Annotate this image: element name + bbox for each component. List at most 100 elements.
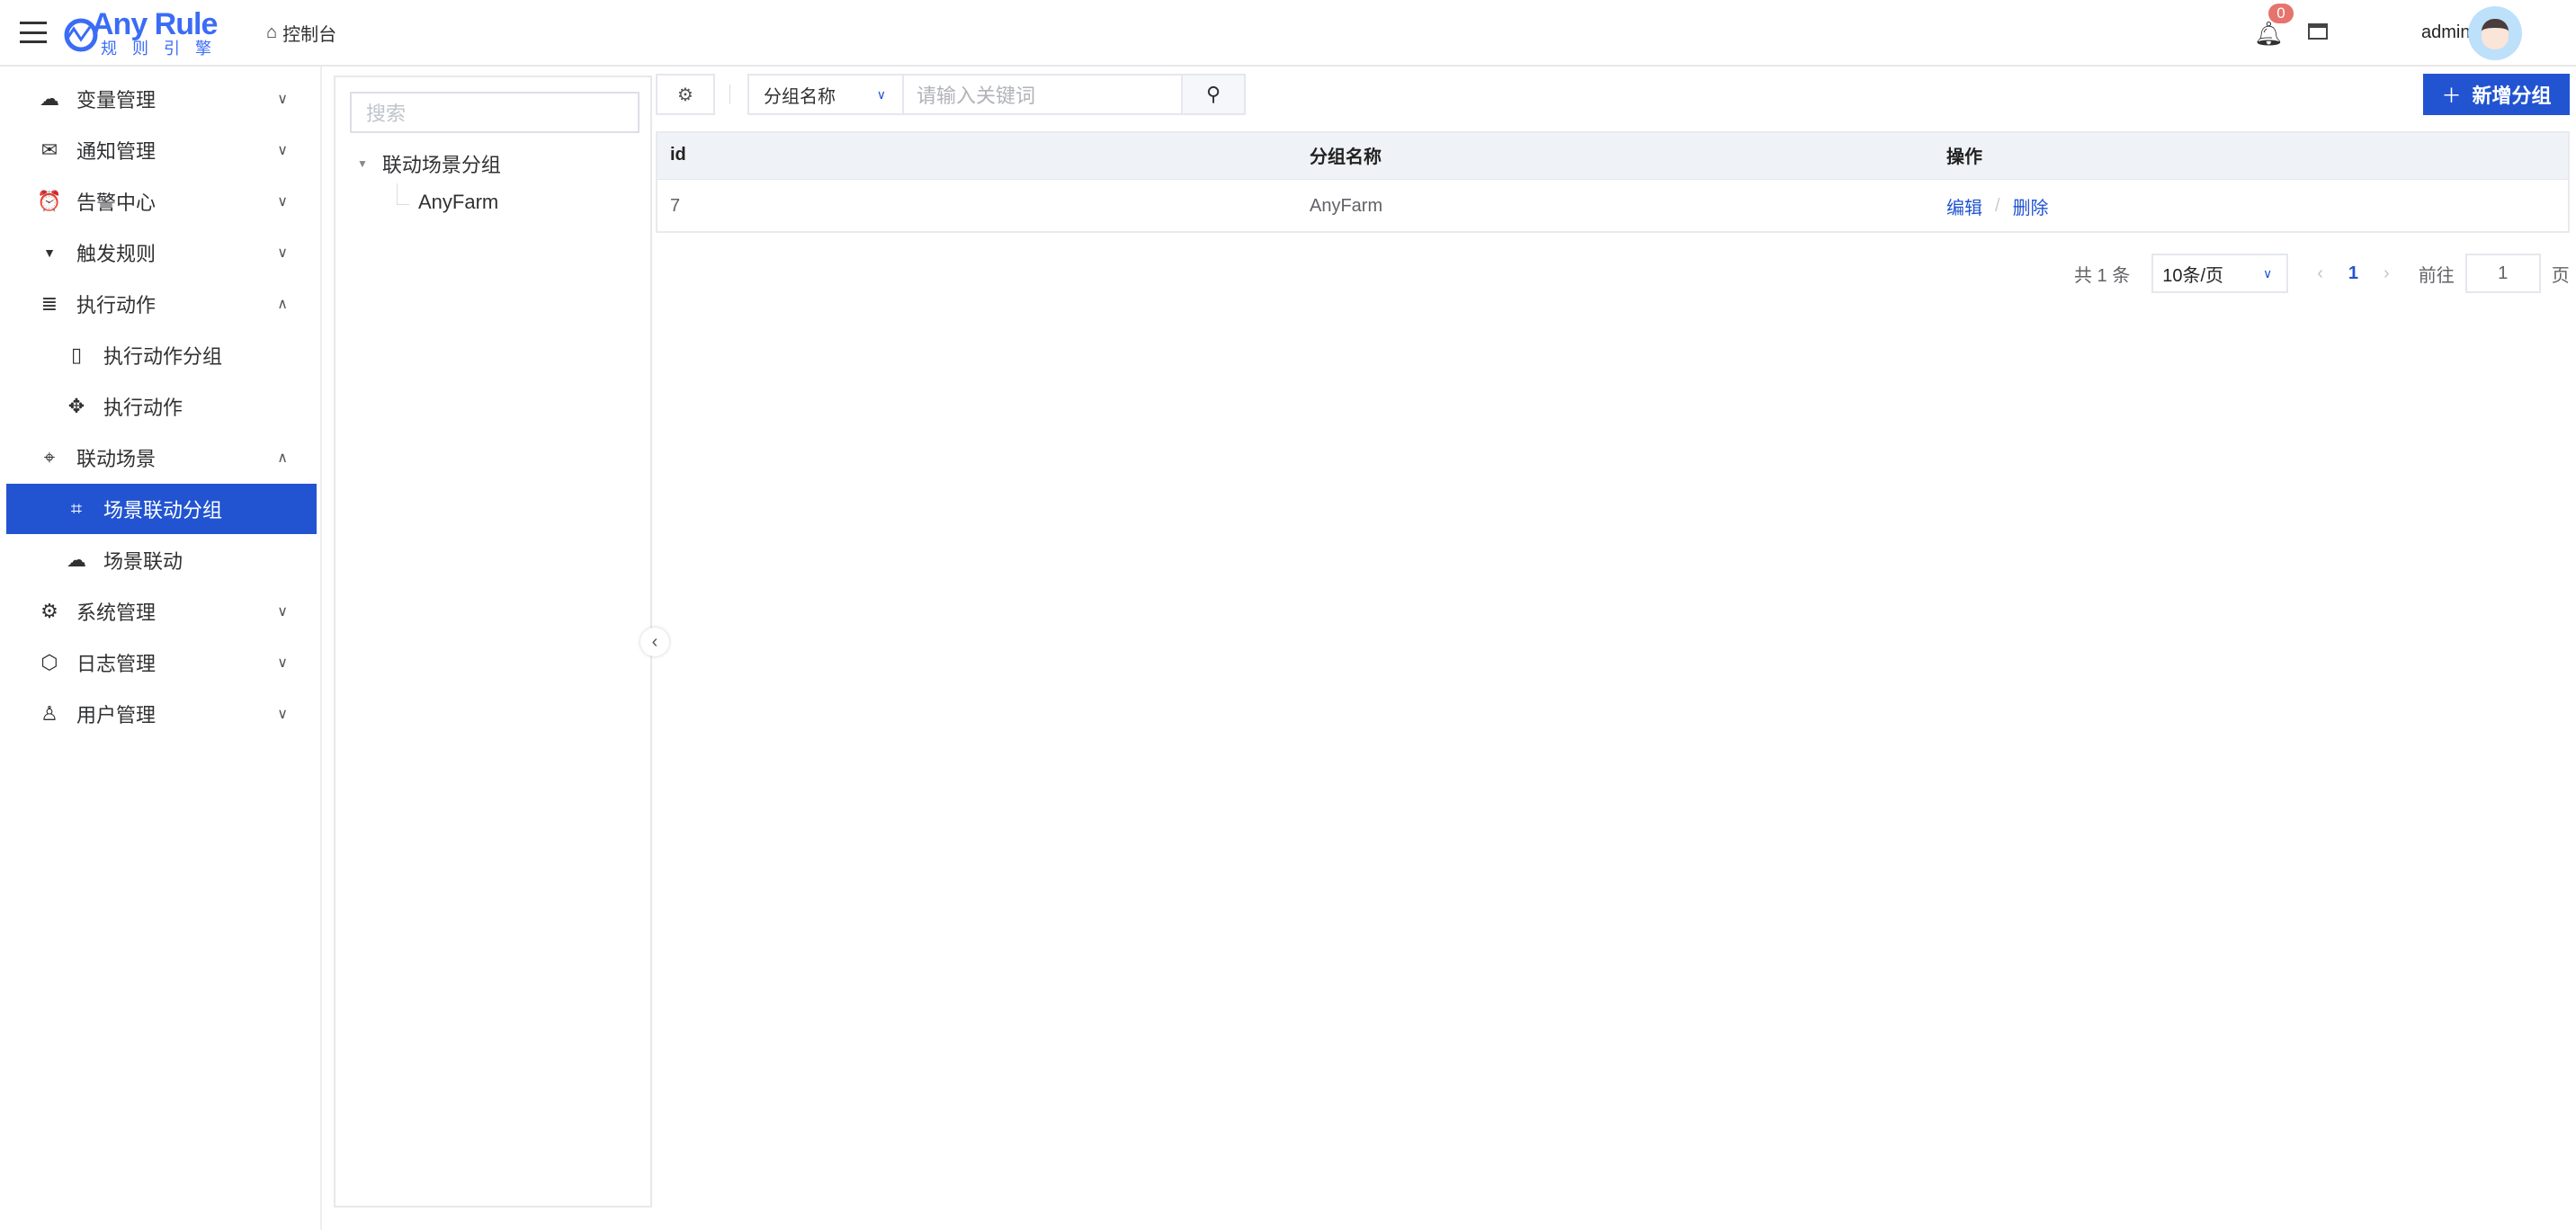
caret-down-icon: ▼	[357, 157, 368, 170]
page-suffix: 页	[2551, 265, 2570, 286]
sidebar-item[interactable]: ⌖ 联动场景 ∧	[6, 432, 317, 483]
chevron-down-icon: ∨	[277, 604, 288, 619]
notification-bell-icon[interactable]: 🔔︎	[2254, 20, 2284, 48]
breadcrumb-home[interactable]: ⌂ 控制台	[266, 20, 336, 46]
tree-connector	[397, 183, 409, 205]
tree-node-label: 联动场景分组	[381, 154, 501, 176]
tree-node-child[interactable]: AnyFarm	[418, 191, 498, 214]
sidebar-item-label: 执行动作	[76, 294, 157, 316]
caret-down-icon: ▼	[43, 245, 56, 260]
cell-id: 7	[670, 195, 681, 216]
logo-subtitle: 规则引擎	[101, 40, 227, 58]
sidebar-item[interactable]: ⌗ 场景联动分组	[6, 484, 317, 534]
search-icon: ⚲	[1205, 83, 1221, 105]
sidebar-item[interactable]: ▼ 触发规则 ∨	[6, 227, 317, 278]
sidebar: ☁ 变量管理 ∨ ✉ 通知管理 ∨ ⏰ 告警中心 ∨ ▼ 触发规则 ∨ ≣ 执行动作 ∧ ▯ 执行动作分组 ✥ 执行…	[0, 67, 322, 1230]
sidebar-item-label: 触发规则	[76, 243, 157, 265]
sidebar-item-label: 执行动作分组	[103, 345, 223, 368]
sidebar-item[interactable]: ⬡ 日志管理 ∨	[6, 637, 317, 688]
goto-page-input[interactable]: 1	[2464, 254, 2541, 293]
column-header-id: id	[670, 145, 686, 165]
keyword-placeholder: 请输入关键词	[917, 85, 1036, 107]
sidebar-item[interactable]: ♙ 用户管理 ∨	[6, 689, 317, 739]
sidebar-item[interactable]: ⚙ 系统管理 ∨	[6, 586, 317, 637]
collapse-tree-button[interactable]: ‹	[640, 628, 669, 656]
sidebar-item-label: 告警中心	[76, 192, 157, 214]
cell-name: AnyFarm	[1310, 195, 1383, 216]
data-table	[656, 131, 2570, 233]
sidebar-item[interactable]: ☁ 变量管理 ∨	[6, 74, 317, 124]
sidebar-item[interactable]: ☁ 场景联动	[6, 535, 317, 585]
notification-badge: 0	[2268, 4, 2294, 23]
breadcrumb-label: 控制台	[282, 25, 337, 45]
sidebar-item-label: 执行动作	[103, 397, 183, 419]
move-icon: ✥	[67, 395, 85, 417]
chevron-down-icon: ∨	[876, 86, 886, 102]
action-separator: /	[1995, 195, 2000, 216]
tree-search-input[interactable]: 搜索	[350, 92, 640, 133]
hamburger-menu-icon[interactable]	[20, 22, 47, 43]
edit-link[interactable]: 编辑	[1946, 193, 1982, 219]
location-icon: ⌖	[43, 446, 56, 468]
avatar[interactable]	[2468, 6, 2522, 60]
chevron-down-icon: ∨	[277, 245, 288, 261]
crop-icon: ⌗	[70, 497, 83, 520]
column-header-name: 分组名称	[1310, 147, 1382, 167]
chevron-down-icon: ∨	[277, 194, 288, 209]
home-icon: ⌂	[266, 22, 278, 42]
pagination-total: 共 1 条	[2074, 265, 2131, 286]
column-header-actions: 操作	[1946, 147, 1982, 167]
goto-label: 前往	[2418, 265, 2455, 286]
username[interactable]: admin	[2421, 22, 2470, 43]
pagination: 共 1 条 10条/页 ∨ ‹ 1 › 前往 1 页	[2074, 254, 2570, 293]
column-settings-button[interactable]: ⚙	[656, 74, 715, 115]
chevron-down-icon: ∨	[277, 143, 288, 158]
next-page-button[interactable]: ›	[2384, 263, 2390, 284]
cell-actions: 编辑 / 删除	[1946, 179, 2049, 233]
sidebar-item-label: 日志管理	[76, 653, 157, 675]
sidebar-item[interactable]: ✥ 执行动作	[6, 381, 317, 432]
sidebar-item-label: 场景联动	[103, 550, 183, 573]
page-number-current[interactable]: 1	[2348, 263, 2358, 284]
chevron-down-icon: ∨	[277, 707, 288, 722]
page-size-value: 10条/页	[2162, 265, 2224, 286]
user-icon: ♙	[40, 702, 58, 725]
sidebar-item[interactable]: ⏰ 告警中心 ∨	[6, 176, 317, 227]
keyword-input[interactable]: 请输入关键词	[902, 74, 1183, 115]
sidebar-item-label: 联动场景	[76, 448, 157, 470]
tree-node-root[interactable]: ▼ 联动场景分组	[357, 149, 501, 178]
sidebar-item-label: 变量管理	[76, 89, 157, 111]
top-header: Any Rule 规则引擎 ⌂ 控制台 🔔︎ 0 admin	[0, 0, 2576, 67]
sidebar-item[interactable]: ▯ 执行动作分组	[6, 330, 317, 380]
add-group-label: 新增分组	[2472, 85, 2552, 107]
cloud-icon: ☁	[40, 87, 59, 110]
sidebar-item-label: 场景联动分组	[103, 499, 223, 521]
chevron-up-icon: ∧	[277, 450, 288, 466]
sidebar-item-label: 系统管理	[76, 602, 157, 624]
toolbar-divider	[729, 85, 730, 104]
add-group-button[interactable]: ＋ 新增分组	[2423, 74, 2570, 115]
select-value: 分组名称	[764, 86, 836, 107]
goto-page-value: 1	[2498, 263, 2509, 283]
search-field-select[interactable]: 分组名称 ∨	[747, 74, 904, 115]
settings-panel-icon[interactable]	[2308, 23, 2328, 40]
delete-link[interactable]: 删除	[2013, 193, 2049, 219]
gear-icon: ⚙	[40, 600, 58, 622]
upload-cloud-icon: ☁	[67, 548, 86, 571]
hexagon-icon: ⬡	[40, 651, 58, 673]
search-button[interactable]: ⚲	[1181, 74, 1246, 115]
chevron-down-icon: ∨	[277, 655, 288, 671]
database-icon: ≣	[40, 292, 58, 315]
mail-icon: ✉	[40, 138, 58, 161]
sidebar-item[interactable]: ✉ 通知管理 ∨	[6, 125, 317, 175]
sidebar-item-label: 用户管理	[76, 704, 157, 726]
chevron-up-icon: ∧	[277, 297, 288, 312]
tablet-icon: ▯	[70, 343, 83, 366]
plus-icon: ＋	[2441, 85, 2462, 107]
group-tree-panel: 搜索 ▼ 联动场景分组 AnyFarm	[334, 76, 652, 1208]
sidebar-item[interactable]: ≣ 执行动作 ∧	[6, 279, 317, 329]
alarm-clock-icon: ⏰	[37, 190, 62, 212]
chevron-down-icon: ∨	[2263, 265, 2273, 281]
page-size-select[interactable]: 10条/页 ∨	[2151, 254, 2289, 293]
prev-page-button[interactable]: ‹	[2317, 263, 2323, 284]
